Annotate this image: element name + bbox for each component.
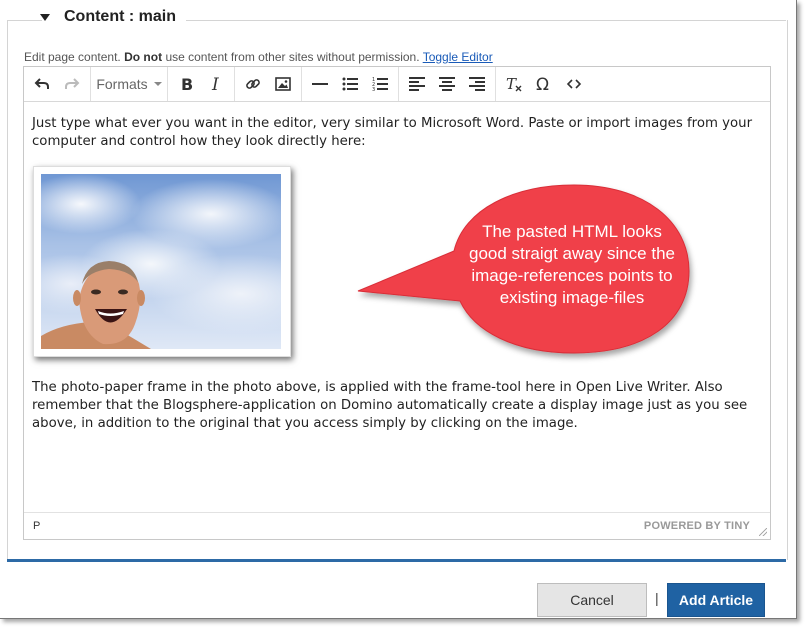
source-code-button[interactable] [559, 69, 589, 99]
element-path[interactable]: P [33, 520, 40, 532]
svg-text:Ω: Ω [536, 76, 549, 92]
add-article-button[interactable]: Add Article [667, 583, 765, 617]
cancel-button[interactable]: Cancel [537, 583, 647, 617]
callout-bubble: The pasted HTML looks good straigt away … [354, 181, 714, 381]
misc-group: T Ω [496, 67, 592, 101]
italic-icon: I [211, 76, 219, 92]
align-center-icon [439, 77, 455, 91]
image-button[interactable] [268, 69, 298, 99]
svg-text:I: I [211, 76, 219, 92]
clear-formatting-button[interactable]: T [499, 69, 529, 99]
link-button[interactable] [238, 69, 268, 99]
button-separator: | [655, 590, 659, 606]
redo-icon [65, 78, 80, 89]
formats-group: Formats [91, 67, 168, 101]
block-group: 123 [302, 67, 399, 101]
redo-button[interactable] [57, 69, 87, 99]
laughing-man-photo [41, 261, 151, 349]
source-code-icon [566, 79, 582, 89]
rich-text-editor: Formats B I 1 2 3 T Ω Just type what eve… [23, 66, 771, 540]
photo-image[interactable] [41, 174, 281, 349]
svg-text:T: T [506, 76, 517, 92]
align-left-button[interactable] [402, 69, 432, 99]
editor-toolbar: Formats B I 1 2 3 T Ω [24, 67, 770, 102]
chevron-down-icon [153, 82, 162, 86]
align-right-icon [469, 77, 485, 91]
help-strong: Do not [124, 50, 163, 64]
numbered-list-button[interactable]: 123 [365, 69, 395, 99]
editor-statusbar: P POWERED BY TINY [24, 512, 770, 539]
undo-icon [34, 78, 49, 89]
undo-button[interactable] [27, 69, 57, 99]
insert-group [235, 67, 302, 101]
align-center-button[interactable] [432, 69, 462, 99]
align-right-button[interactable] [462, 69, 492, 99]
bold-button[interactable]: B [171, 69, 201, 99]
text-style-group: B I [168, 67, 235, 101]
editor-content[interactable]: Just type what ever you want in the edit… [32, 115, 764, 151]
help-text: Edit page content. Do not use content fr… [24, 50, 493, 64]
toggle-editor-link[interactable]: Toggle Editor [423, 50, 493, 64]
horizontal-rule-icon [312, 83, 328, 85]
help-suffix: use content from other sites without per… [165, 50, 420, 64]
help-prefix: Edit page content. [24, 50, 121, 64]
paragraph-frame-note: The photo-paper frame in the photo above… [32, 380, 748, 431]
special-character-icon: Ω [536, 76, 549, 92]
formats-dropdown[interactable]: Formats [94, 69, 164, 99]
special-character-button[interactable]: Ω [529, 69, 559, 99]
clear-formatting-icon: T [506, 76, 522, 92]
svg-text:B: B [181, 76, 193, 92]
italic-button[interactable]: I [201, 69, 231, 99]
align-group [399, 67, 496, 101]
image-icon [275, 77, 291, 91]
horizontal-rule-button[interactable] [305, 69, 335, 99]
bullet-list-icon [342, 77, 358, 91]
editor-content-continued[interactable]: The photo-paper frame in the photo above… [32, 379, 764, 433]
paragraph-intro: Just type what ever you want in the edit… [32, 116, 753, 149]
link-icon [246, 79, 260, 89]
resize-grip-icon[interactable] [759, 528, 767, 536]
svg-text:3: 3 [372, 87, 375, 92]
callout-text: The pasted HTML looks good straigt away … [468, 222, 675, 307]
photo-frame[interactable] [33, 166, 291, 357]
powered-by-label[interactable]: POWERED BY TINY [644, 520, 750, 532]
bold-icon: B [181, 76, 193, 92]
bullet-list-button[interactable] [335, 69, 365, 99]
footer-divider [7, 559, 786, 562]
history-group [24, 67, 91, 101]
numbered-list-icon: 123 [372, 77, 388, 92]
align-left-icon [409, 77, 425, 91]
window-frame: Content : main Edit page content. Do not… [0, 0, 797, 619]
formats-label: Formats [96, 76, 148, 92]
